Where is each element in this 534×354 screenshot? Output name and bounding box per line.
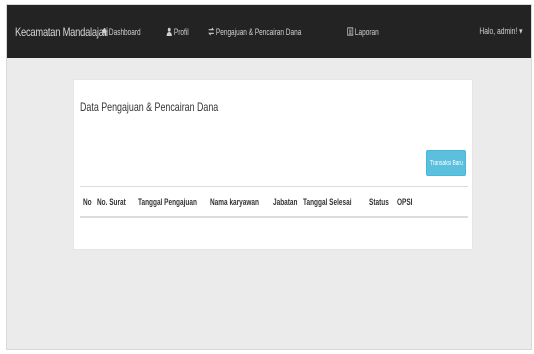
- new-transaction-button-label: Transaksi Baru: [429, 159, 463, 167]
- user-icon: [166, 27, 172, 36]
- nav-menu: Dashboard Profil Pengajuan & Pencairan D…: [101, 27, 401, 37]
- column-header-jabatan[interactable]: Jabatan: [273, 197, 297, 207]
- column-header-status[interactable]: Status: [369, 197, 389, 207]
- content-panel: Data Pengajuan & Pencairan Dana Transaks…: [73, 79, 473, 250]
- nav-item-profil[interactable]: Profil: [166, 27, 189, 37]
- nav-item-label: Dashboard: [108, 26, 141, 37]
- nav-item-laporan[interactable]: Laporan: [347, 27, 379, 37]
- column-header-no[interactable]: No: [83, 197, 92, 207]
- column-header-nama-karyawan[interactable]: Nama karyawan: [210, 197, 259, 207]
- app-window: Kecamatan Mandalajati Dashboard Profil P…: [6, 4, 532, 350]
- column-header-no-surat[interactable]: No. Surat: [97, 197, 126, 207]
- new-transaction-button[interactable]: Transaksi Baru: [426, 150, 466, 176]
- top-navbar: Kecamatan Mandalajati Dashboard Profil P…: [7, 5, 531, 58]
- list-icon: [347, 27, 354, 36]
- column-header-tanggal-selesai[interactable]: Tanggal Selesai: [303, 197, 351, 207]
- column-header-tanggal-pengajuan[interactable]: Tanggal Pengajuan: [138, 197, 197, 207]
- user-menu-dropdown[interactable]: Halo, admin! ▾: [480, 26, 523, 37]
- data-table-header: No No. Surat Tanggal Pengajuan Nama kary…: [80, 186, 468, 218]
- nav-item-label: Profil: [173, 26, 189, 37]
- home-icon: [101, 27, 107, 36]
- nav-item-pengajuan[interactable]: Pengajuan & Pencairan Dana: [207, 26, 301, 37]
- page-title: Data Pengajuan & Pencairan Dana: [80, 100, 219, 114]
- nav-item-dashboard[interactable]: Dashboard: [101, 27, 141, 37]
- brand-link[interactable]: Kecamatan Mandalajati: [15, 25, 108, 39]
- column-header-opsi[interactable]: OPSI: [397, 197, 412, 207]
- exchange-icon: [207, 27, 214, 36]
- nav-item-label: Pengajuan & Pencairan Dana: [215, 26, 301, 37]
- nav-item-label: Laporan: [355, 26, 379, 37]
